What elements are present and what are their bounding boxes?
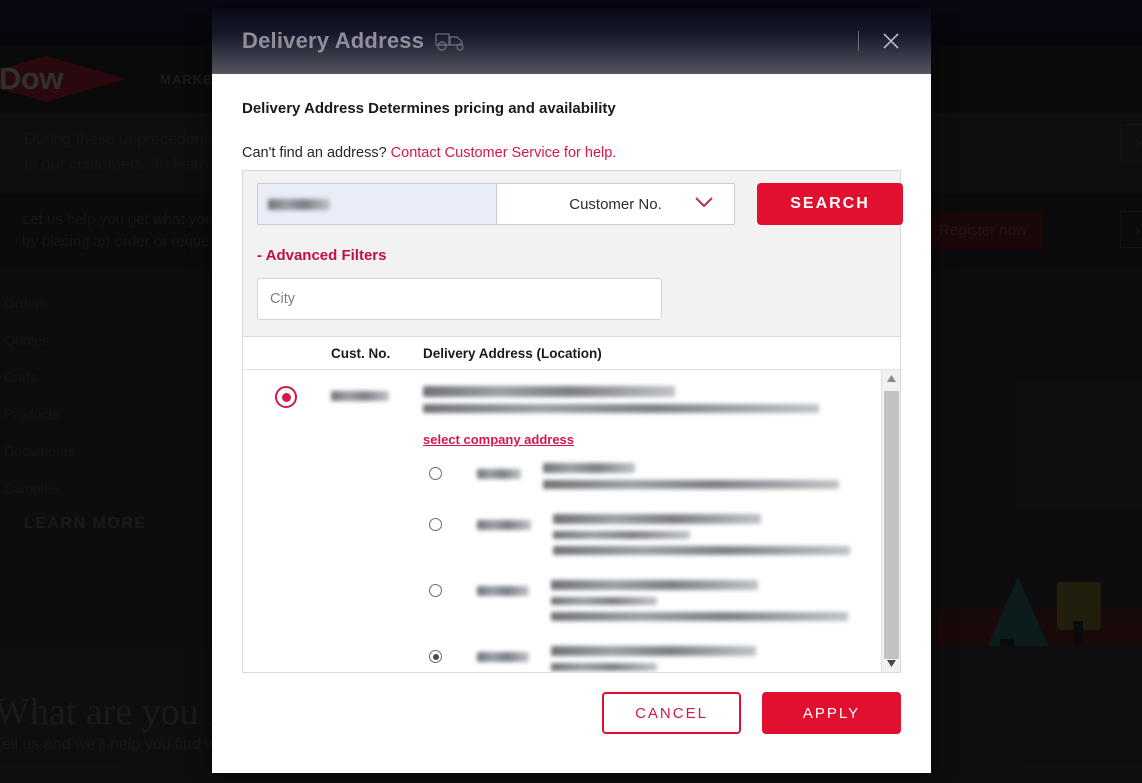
help-prefix-text: Can't find an address? — [242, 145, 387, 161]
scrollbar-track[interactable] — [882, 387, 900, 659]
address-line-masked — [423, 386, 675, 397]
search-type-select-value: Customer No. — [569, 195, 662, 213]
results-panel: Cust. No. Delivery Address (Location) se… — [242, 337, 901, 673]
address-radio-selected[interactable] — [275, 386, 297, 408]
header-divider — [858, 31, 859, 51]
row-cust-no-cell — [331, 382, 423, 672]
results-list: select company address — [243, 370, 881, 672]
sub-row-cust-no-cell — [449, 463, 521, 496]
sub-address-radio[interactable] — [429, 584, 442, 597]
search-input[interactable] — [257, 183, 497, 225]
sub-row-address-cell — [531, 514, 881, 562]
sub-row-radio-cell — [429, 514, 449, 562]
address-line-masked — [543, 480, 839, 489]
search-row: Customer No. SEARCH — [257, 183, 903, 225]
sub-row-cust-no-cell — [449, 580, 529, 628]
cancel-button[interactable]: CANCEL — [602, 692, 741, 734]
row-address-cell: select company address — [423, 382, 881, 672]
cust-no-masked-value — [477, 652, 529, 662]
scrollbar-thumb[interactable] — [884, 391, 899, 659]
sub-row-cust-no-cell — [449, 646, 529, 672]
table-row[interactable]: select company address — [243, 382, 881, 672]
help-line: Can't find an address? Contact Customer … — [242, 145, 901, 161]
sub-row-radio-cell — [429, 463, 449, 496]
address-line-masked — [551, 580, 758, 590]
results-scroll-area: select company address — [243, 370, 900, 672]
sub-row-address-cell — [529, 646, 881, 672]
chevron-down-icon — [694, 195, 714, 213]
apply-button[interactable]: APPLY — [762, 692, 901, 734]
results-scrollbar[interactable] — [881, 370, 900, 672]
list-item[interactable] — [429, 570, 881, 636]
list-item[interactable] — [429, 453, 881, 504]
column-header-cust-no: Cust. No. — [331, 345, 391, 361]
address-line-masked — [543, 463, 635, 473]
cust-no-masked-value — [477, 469, 521, 479]
sub-address-radio-selected[interactable] — [429, 650, 442, 663]
modal-title: Delivery Address — [242, 28, 425, 53]
cust-no-masked-value — [477, 520, 531, 530]
list-item[interactable] — [429, 504, 881, 570]
address-line-masked — [551, 646, 756, 656]
sub-row-cust-no-cell — [449, 514, 531, 562]
address-line-masked — [423, 404, 819, 413]
column-header-delivery-address: Delivery Address (Location) — [423, 345, 602, 361]
modal-header: Delivery Address — [212, 8, 931, 74]
results-table-header: Cust. No. Delivery Address (Location) — [243, 337, 900, 370]
sub-address-radio[interactable] — [429, 467, 442, 480]
search-panel: Customer No. SEARCH - Advanced Filters — [242, 170, 903, 337]
contact-customer-service-link[interactable]: Contact Customer Service for help. — [391, 145, 617, 161]
close-icon[interactable] — [877, 27, 905, 55]
modal-subtitle: Delivery Address Determines pricing and … — [242, 100, 616, 117]
sub-row-address-cell — [521, 463, 881, 496]
radio-dot — [281, 392, 291, 402]
address-line-masked — [551, 612, 848, 621]
sub-address-list — [423, 453, 881, 672]
sub-row-radio-cell — [429, 646, 449, 672]
modal-footer: CANCEL APPLY — [212, 673, 931, 773]
scroll-up-arrow-icon[interactable] — [882, 370, 900, 387]
cust-no-masked-value — [477, 586, 529, 596]
advanced-filters-toggle[interactable]: - Advanced Filters — [257, 247, 886, 264]
delivery-address-modal: Delivery Address Delivery Address Determ… — [212, 8, 931, 773]
modal-body: Delivery Address Determines pricing and … — [212, 74, 931, 673]
sub-address-radio[interactable] — [429, 518, 442, 531]
address-line-masked — [551, 597, 657, 605]
select-company-address-link[interactable]: select company address — [423, 432, 574, 447]
address-line-masked — [553, 546, 850, 555]
delivery-truck-icon — [434, 30, 468, 52]
city-input[interactable] — [257, 278, 662, 320]
address-line-masked — [553, 531, 690, 539]
cust-no-masked-value — [331, 391, 389, 401]
search-input-masked-value — [268, 198, 330, 210]
search-button[interactable]: SEARCH — [757, 183, 903, 225]
address-line-masked — [553, 514, 761, 524]
sub-row-radio-cell — [429, 580, 449, 628]
sub-row-address-cell — [529, 580, 881, 628]
search-type-select[interactable]: Customer No. — [497, 183, 735, 225]
radio-dot — [432, 653, 439, 660]
list-item[interactable] — [429, 636, 881, 672]
address-line-masked — [551, 663, 657, 671]
row-radio-cell — [243, 382, 331, 672]
